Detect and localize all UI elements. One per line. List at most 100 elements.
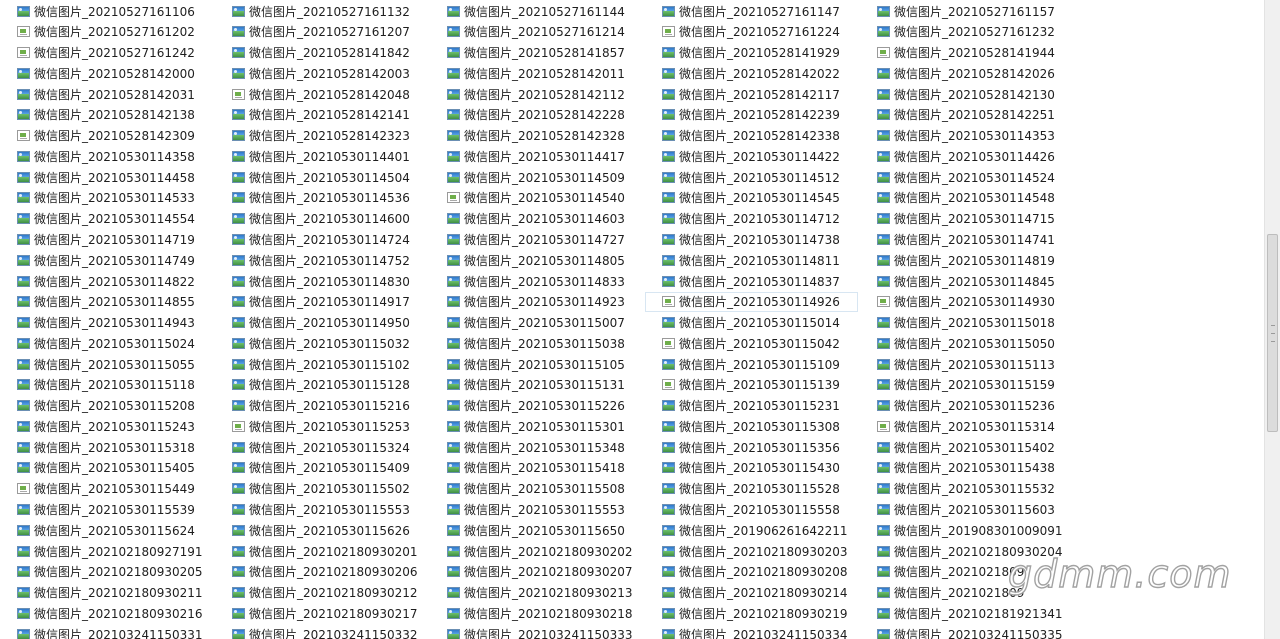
file-item[interactable]: 微信图片_20210528142026 [860, 63, 1073, 83]
file-item[interactable]: 微信图片_20210530115324 [215, 437, 428, 457]
file-item[interactable]: 微信图片_20210530115208 [0, 396, 213, 416]
file-item[interactable]: 微信图片_20210530115024 [0, 333, 213, 353]
file-item[interactable]: 微信图片_20210528141944 [860, 43, 1073, 63]
file-item[interactable]: 微信图片_20210530115102 [215, 354, 428, 374]
file-item[interactable]: 微信图片_20210530114855 [0, 292, 213, 312]
file-item[interactable]: 微信图片_20210527161232 [860, 22, 1073, 42]
file-item[interactable]: 微信图片_20210530115243 [0, 416, 213, 436]
file-item[interactable]: 微信图片_202102180930206 [215, 562, 428, 582]
file-item[interactable]: 微信图片_20210528142251 [860, 105, 1073, 125]
file-item[interactable]: 微信图片_20210530115502 [215, 479, 428, 499]
file-item[interactable]: 微信图片_20210530114819 [860, 250, 1073, 270]
file-item[interactable]: 微信图片_20210527161144 [430, 1, 643, 21]
file-item[interactable]: 微信图片_20210528142048 [215, 84, 428, 104]
file-item[interactable]: 微信图片_20210528142328 [430, 126, 643, 146]
file-item[interactable]: 微信图片_201906261642211 [645, 520, 858, 540]
file-item[interactable]: 微信图片_20210530114422 [645, 146, 858, 166]
file-item[interactable]: 微信图片_20210530115430 [645, 458, 858, 478]
file-item[interactable]: 微信图片_20210527161214 [430, 22, 643, 42]
file-item[interactable]: 微信图片_202102180930217 [215, 603, 428, 623]
file-item[interactable]: 微信图片_20210530115438 [860, 458, 1073, 478]
file-item[interactable]: 微信图片_20210528142011 [430, 63, 643, 83]
file-item[interactable]: 微信图片_20210530114358 [0, 146, 213, 166]
file-item[interactable]: 微信图片_20210530115216 [215, 396, 428, 416]
file-item[interactable]: 微信图片_20210530115014 [645, 313, 858, 333]
file-item[interactable]: 微信图片_20210530114401 [215, 146, 428, 166]
file-item[interactable]: 微信图片_20210528142112 [430, 84, 643, 104]
file-item[interactable]: 微信图片_20210530115532 [860, 479, 1073, 499]
file-item[interactable]: 微信图片_20210528142003 [215, 63, 428, 83]
file-item[interactable]: 微信图片_202102180930204 [860, 541, 1073, 561]
file-item[interactable]: 微信图片_20210530115038 [430, 333, 643, 353]
file-item[interactable]: 微信图片_20210530114712 [645, 209, 858, 229]
file-item[interactable]: 微信图片_20210527161157 [860, 1, 1073, 21]
file-item[interactable]: 微信图片_20210530114724 [215, 229, 428, 249]
file-item[interactable]: 微信图片_202102180930213 [430, 583, 643, 603]
file-item[interactable]: 微信图片_20210530115624 [0, 520, 213, 540]
file-item[interactable]: 微信图片_201908301009091 [860, 520, 1073, 540]
file-item[interactable]: 微信图片_20210530115553 [430, 499, 643, 519]
file-item[interactable]: 微信图片_20210530115139 [645, 375, 858, 395]
file-item[interactable]: 微信图片_20210528142338 [645, 126, 858, 146]
file-item[interactable]: 微信图片_20210527161242 [0, 43, 213, 63]
file-item[interactable]: 微信图片_20210530114845 [860, 271, 1073, 291]
file-item[interactable]: 微信图片_202102180930212 [215, 583, 428, 603]
file-item[interactable]: 微信图片_20210528142117 [645, 84, 858, 104]
file-item[interactable]: 微信图片_2021021809 [860, 583, 1073, 603]
file-item[interactable]: 微信图片_20210530114548 [860, 188, 1073, 208]
file-item[interactable]: 微信图片_20210530114603 [430, 209, 643, 229]
file-item[interactable]: 微信图片_20210530115348 [430, 437, 643, 457]
file-item[interactable]: 微信图片_20210527161202 [0, 22, 213, 42]
file-item[interactable]: 微信图片_20210530114540 [430, 188, 643, 208]
file-item[interactable]: 微信图片_202102180930218 [430, 603, 643, 623]
file-item[interactable]: 微信图片_20210530115113 [860, 354, 1073, 374]
file-item[interactable]: 微信图片_20210530114822 [0, 271, 213, 291]
file-item[interactable]: 微信图片_20210530115105 [430, 354, 643, 374]
file-item[interactable]: 微信图片_20210530115032 [215, 333, 428, 353]
file-item[interactable]: 微信图片_20210530115301 [430, 416, 643, 436]
file-item[interactable]: 微信图片_20210528142138 [0, 105, 213, 125]
file-item[interactable]: 微信图片_20210528142022 [645, 63, 858, 83]
file-item[interactable]: 微信图片_202102180930203 [645, 541, 858, 561]
file-item[interactable]: 微信图片_20210528141929 [645, 43, 858, 63]
file-item[interactable]: 微信图片_202102180930214 [645, 583, 858, 603]
file-item[interactable]: 微信图片_20210530114417 [430, 146, 643, 166]
file-item[interactable]: 微信图片_20210530115318 [0, 437, 213, 457]
file-item[interactable]: 微信图片_202103241150335 [860, 624, 1073, 639]
file-item[interactable]: 微信图片_20210530114950 [215, 313, 428, 333]
file-item[interactable]: 微信图片_20210530115553 [215, 499, 428, 519]
file-item[interactable]: 微信图片_20210530115236 [860, 396, 1073, 416]
file-item[interactable]: 微信图片_20210530115231 [645, 396, 858, 416]
file-item[interactable]: 微信图片_20210530115356 [645, 437, 858, 457]
file-item[interactable]: 微信图片_20210530115402 [860, 437, 1073, 457]
file-item[interactable]: 微信图片_20210530115050 [860, 333, 1073, 353]
file-item[interactable]: 微信图片_20210530115508 [430, 479, 643, 499]
file-item[interactable]: 微信图片_20210530114930 [860, 292, 1073, 312]
file-item[interactable]: 微信图片_20210530114715 [860, 209, 1073, 229]
file-item[interactable]: 微信图片_20210530114752 [215, 250, 428, 270]
file-item[interactable]: 微信图片_20210528141857 [430, 43, 643, 63]
file-item[interactable]: 微信图片_202103241150332 [215, 624, 428, 639]
file-item[interactable]: 微信图片_20210528142130 [860, 84, 1073, 104]
file-item[interactable]: 微信图片_20210530114504 [215, 167, 428, 187]
file-item[interactable]: 微信图片_20210527161207 [215, 22, 428, 42]
file-item[interactable]: 微信图片_20210530115418 [430, 458, 643, 478]
file-item[interactable]: 微信图片_20210528142309 [0, 126, 213, 146]
file-item[interactable]: 微信图片_202102181921341 [860, 603, 1073, 623]
file-item[interactable]: 微信图片_202102180930202 [430, 541, 643, 561]
file-item[interactable]: 微信图片_20210527161132 [215, 1, 428, 21]
file-item[interactable]: 微信图片_20210528142141 [215, 105, 428, 125]
file-item[interactable]: 微信图片_20210530114719 [0, 229, 213, 249]
file-item[interactable]: 微信图片_20210527161147 [645, 1, 858, 21]
file-item[interactable]: 微信图片_202103241150333 [430, 624, 643, 639]
file-item[interactable]: 微信图片_20210530115055 [0, 354, 213, 374]
file-item[interactable]: 微信图片_20210530114923 [430, 292, 643, 312]
file-item[interactable]: 微信图片_20210530115007 [430, 313, 643, 333]
file-item[interactable]: 微信图片_20210528142323 [215, 126, 428, 146]
file-item[interactable]: 微信图片_20210530114805 [430, 250, 643, 270]
file-item[interactable]: 微信图片_20210530115018 [860, 313, 1073, 333]
file-item[interactable]: 微信图片_20210530115528 [645, 479, 858, 499]
file-item[interactable]: 微信图片_20210528141842 [215, 43, 428, 63]
file-item[interactable]: 微信图片_20210530115558 [645, 499, 858, 519]
file-item[interactable]: 微信图片_20210530115118 [0, 375, 213, 395]
